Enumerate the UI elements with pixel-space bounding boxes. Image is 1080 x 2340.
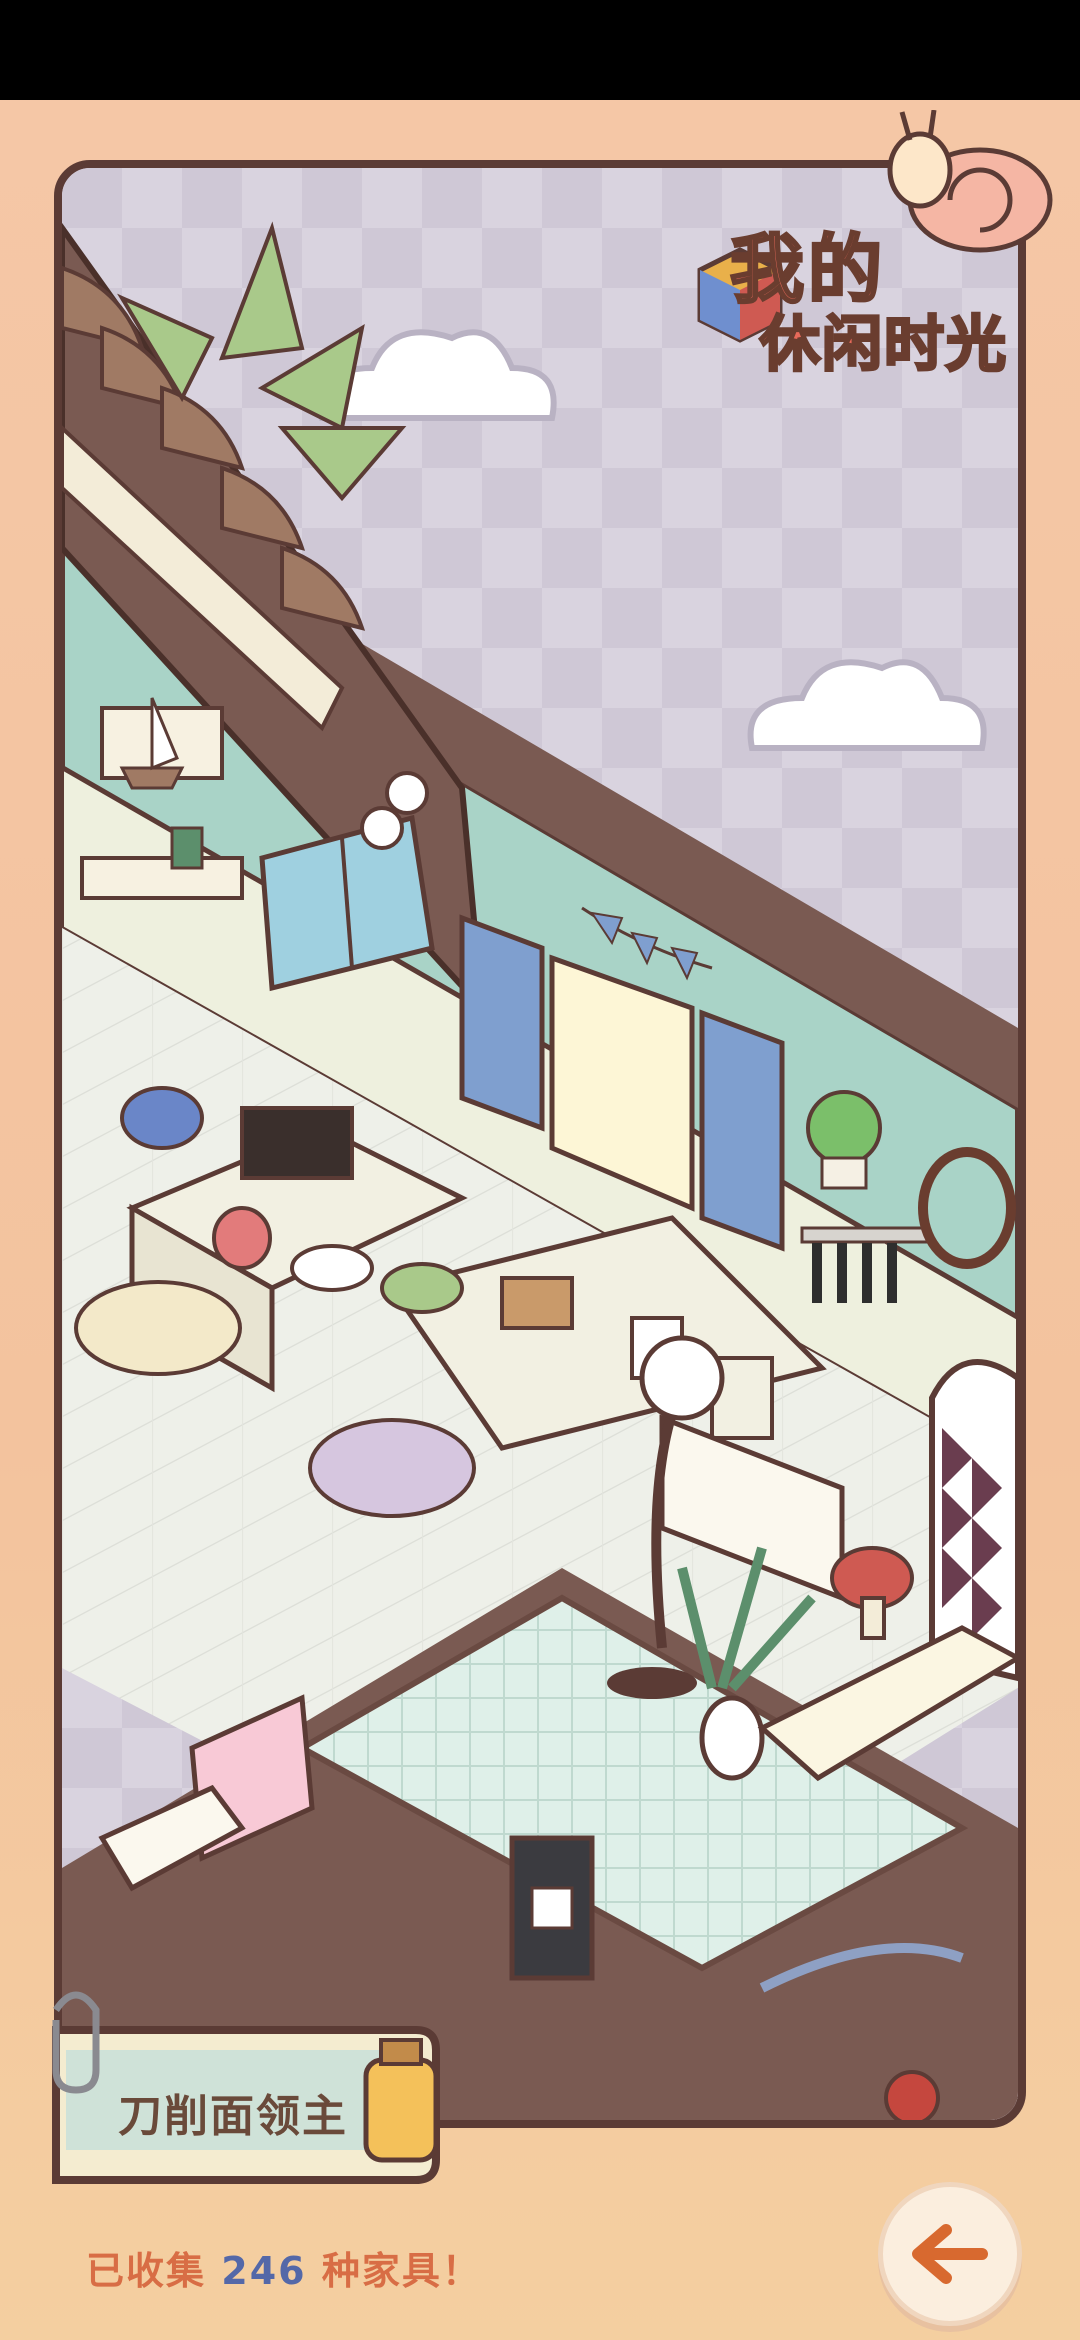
collection-suffix: 种家具！ (321, 2249, 482, 2293)
flower-pot-icon (120, 1086, 204, 1150)
player-title: 刀削面领主 (118, 2091, 348, 2142)
round-mirror-icon (918, 1147, 1016, 1269)
collection-prefix: 已收集 (86, 2249, 207, 2293)
microwave-icon (240, 1106, 354, 1180)
room-scene (62, 168, 1018, 2120)
collection-page: 我的 休闲时光 刀削面领主 已收集 246 种家具！ (0, 100, 1080, 2340)
game-title-line2: 休闲时光 (759, 309, 1008, 382)
snail-mascot-icon (887, 110, 1053, 253)
arrow-left-icon (912, 2224, 988, 2284)
collection-counter: 已收集 246 种家具！ (86, 2240, 482, 2295)
arched-door (929, 1359, 1018, 1682)
status-bar (0, 0, 1080, 100)
collection-count: 246 (221, 2249, 307, 2293)
bread-icon (500, 1276, 574, 1330)
rug-leaf (74, 1280, 242, 1376)
rug-lavender (308, 1418, 476, 1518)
strawberry-icon (212, 1206, 272, 1270)
room-scene-frame[interactable] (54, 160, 1026, 2128)
back-button[interactable] (878, 2182, 1022, 2326)
barrel-icon (509, 1835, 595, 1981)
